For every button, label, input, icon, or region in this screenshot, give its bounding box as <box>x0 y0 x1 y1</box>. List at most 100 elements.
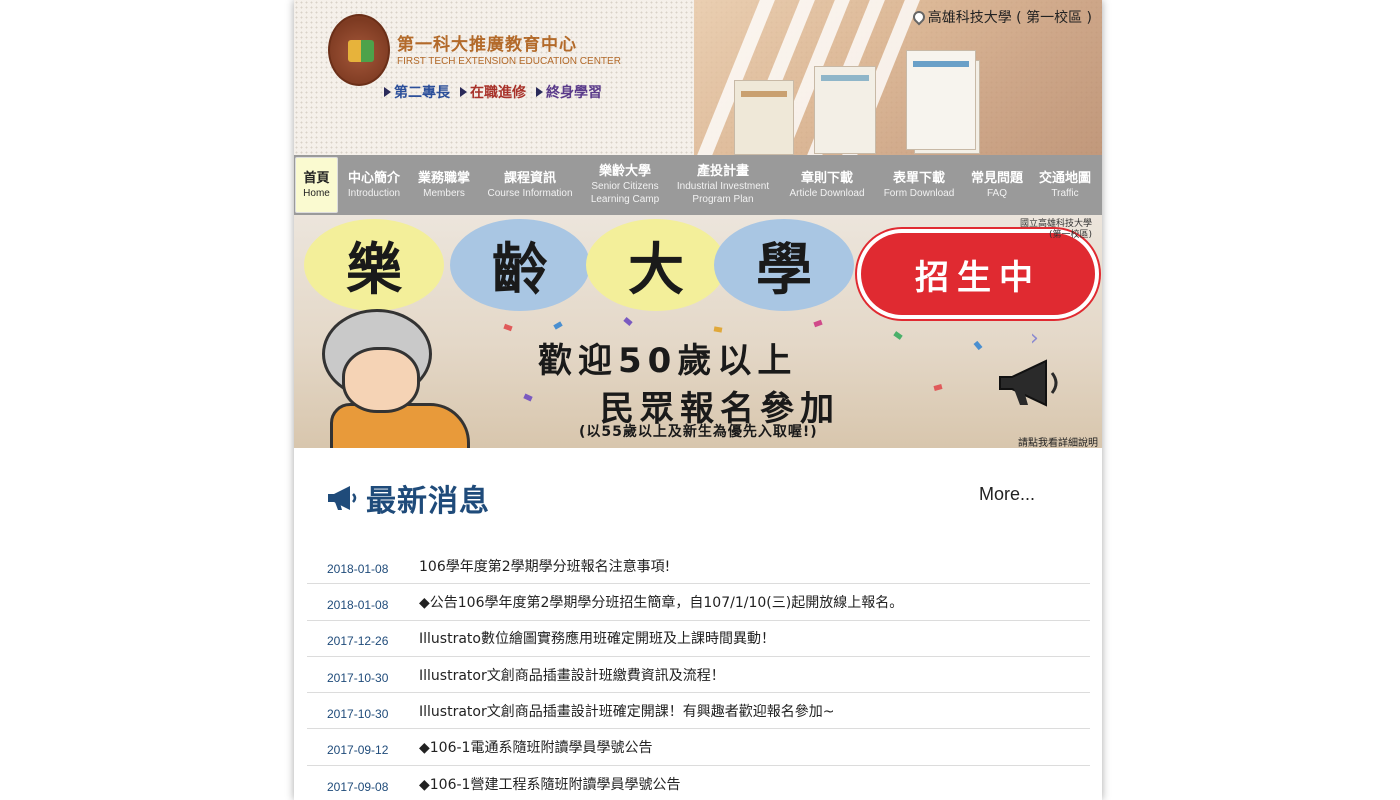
slogan-item: 第二專長 <box>384 82 450 102</box>
news-item[interactable]: 2018-01-08 ◆公告106學年度第2學期學分班招生簡章，自107/1/1… <box>307 584 1090 621</box>
news-header: 最新消息 <box>326 476 490 520</box>
nav-label: 章則下載 <box>800 170 853 186</box>
news-headline[interactable]: Illustrator文創商品插畫設計班繳費資訊及流程！ <box>419 665 725 685</box>
nav-faq[interactable]: 常見問題 FAQ <box>962 155 1032 215</box>
site-title[interactable]: 第一科大推廣教育中心 <box>397 30 577 55</box>
banner-school-label: 國立高雄科技大學 (第一校區) <box>1020 219 1092 241</box>
more-link[interactable]: More... <box>979 484 1035 505</box>
nav-label: 交通地圖 <box>1038 170 1091 186</box>
banner-next-arrow[interactable]: › <box>1030 327 1044 351</box>
nav-introduction[interactable]: 中心簡介 Introduction <box>338 155 410 215</box>
nav-article-download[interactable]: 章則下載 Article Download <box>778 155 876 215</box>
page-frame: 第一科大推廣教育中心 FIRST TECH EXTENSION EDUCATIO… <box>294 0 1102 800</box>
slogan-item: 在職進修 <box>460 82 526 102</box>
site-subtitle: FIRST TECH EXTENSION EDUCATION CENTER <box>397 56 621 67</box>
site-header: 第一科大推廣教育中心 FIRST TECH EXTENSION EDUCATIO… <box>294 0 1102 155</box>
nav-label: 常見問題 <box>970 170 1023 186</box>
nav-sublabel: Industrial Investment <box>676 181 770 192</box>
nav-label: 表單下載 <box>892 170 945 186</box>
news-headline[interactable]: ◆106-1電通系隨班附讀學員學號公告 <box>419 737 652 757</box>
nav-sublabel: Traffic <box>1051 187 1079 199</box>
nav-sublabel: Course Information <box>487 187 573 199</box>
nav-sublabel: Members <box>423 187 465 199</box>
poster <box>906 50 976 150</box>
news-date: 2017-10-30 <box>327 706 389 721</box>
campus-link[interactable]: 高雄科技大學 ( 第一校區 ) <box>910 7 1092 27</box>
nav-traffic[interactable]: 交通地圖 Traffic <box>1032 155 1098 215</box>
nav-sublabel: Introduction <box>347 187 401 199</box>
banner-char: 大 <box>628 236 684 303</box>
grandpa-face <box>342 347 420 413</box>
news-item[interactable]: 2017-09-12 ◆106-1電通系隨班附讀學員學號公告 <box>307 729 1090 766</box>
confetti <box>893 331 903 340</box>
confetti <box>973 340 983 351</box>
banner-char-circle: 學 <box>714 219 854 311</box>
slogan-label: 終身學習 <box>546 85 602 101</box>
banner-detail-link[interactable]: 請點我看詳細說明 <box>1018 434 1098 448</box>
nav-home[interactable]: 首頁 Home <box>295 157 338 213</box>
confetti <box>503 323 513 332</box>
news-date: 2017-09-08 <box>327 779 389 794</box>
slogan-item: 終身學習 <box>536 82 602 102</box>
banner-headline-1: 歡迎50歲以上 <box>538 341 798 381</box>
nav-label: 課程資訊 <box>503 170 556 186</box>
confetti <box>813 319 823 328</box>
nav-label: 產投計畫 <box>696 164 749 179</box>
location-pin-icon <box>910 8 928 26</box>
banner-char: 樂 <box>346 236 402 303</box>
news-item[interactable]: 2017-10-30 Illustrator文創商品插畫設計班繳費資訊及流程！ <box>307 657 1090 694</box>
banner-char-circle: 齡 <box>450 219 590 311</box>
nav-industrial-investment[interactable]: 產投計畫 Industrial Investment Program Plan <box>668 155 778 215</box>
triangle-icon <box>536 87 543 97</box>
slogan-bar: 第二專長 在職進修 終身學習 <box>384 82 602 102</box>
confetti <box>623 317 633 326</box>
news-item[interactable]: 2017-09-08 ◆106-1營建工程系隨班附讀學員學號公告 <box>307 766 1090 800</box>
confetti <box>933 384 943 391</box>
banner-note: (以55歲以上及新生為優先入取喔!) <box>579 424 818 440</box>
poster <box>734 80 794 155</box>
logo[interactable] <box>328 14 390 86</box>
confetti <box>713 326 723 333</box>
slogan-label: 在職進修 <box>470 85 526 101</box>
banner-school-campus: (第一校區) <box>1048 230 1092 240</box>
news-section: 最新消息 More... 2018-01-08 106學年度第2學期學分班報名注… <box>294 448 1102 800</box>
nav-sublabel: Form Download <box>883 187 955 199</box>
triangle-icon <box>384 87 391 97</box>
slogan-label: 第二專長 <box>394 85 450 101</box>
banner-char: 學 <box>756 236 812 303</box>
nav-senior-citizens[interactable]: 樂齡大學 Senior Citizens Learning Camp <box>582 155 668 215</box>
banner-school-name: 國立高雄科技大學 <box>1019 219 1092 229</box>
news-item[interactable]: 2018-01-08 106學年度第2學期學分班報名注意事項! <box>307 548 1090 585</box>
news-headline[interactable]: ◆公告106學年度第2學期學分班招生簡章，自107/1/10(三)起開放線上報名… <box>419 592 903 612</box>
campus-label: 高雄科技大學 ( 第一校區 ) <box>927 10 1092 26</box>
news-headline[interactable]: ◆106-1營建工程系隨班附讀學員學號公告 <box>419 774 680 794</box>
news-headline[interactable]: Illustrator文創商品插畫設計班確定開課！有興趣者歡迎報名參加~ <box>419 701 834 721</box>
poster <box>814 66 876 154</box>
triangle-icon <box>460 87 467 97</box>
confetti <box>553 321 563 330</box>
megaphone-icon <box>328 486 357 510</box>
banner-char-circle: 大 <box>586 219 726 311</box>
nav-course-information[interactable]: 課程資訊 Course Information <box>478 155 582 215</box>
news-date: 2018-01-08 <box>327 561 389 576</box>
confetti <box>523 393 533 402</box>
nav-sublabel: Article Download <box>789 187 865 199</box>
nav-label: 中心簡介 <box>347 170 400 186</box>
logo-emblem <box>348 40 374 62</box>
news-headline[interactable]: 106學年度第2學期學分班報名注意事項! <box>419 556 670 576</box>
nav-form-download[interactable]: 表單下載 Form Download <box>876 155 962 215</box>
hero-banner[interactable]: 樂 齡 大 學 招生中 國立高雄科技大學 (第一校區) ‹ › 歡迎50歲以上 … <box>294 215 1102 448</box>
news-date: 2017-10-30 <box>327 670 389 685</box>
nav-sublabel: Program Plan <box>692 194 754 205</box>
nav-members[interactable]: 業務職掌 Members <box>410 155 478 215</box>
news-item[interactable]: 2017-10-30 Illustrator文創商品插畫設計班確定開課！有興趣者… <box>307 693 1090 730</box>
megaphone-icon <box>999 359 1058 407</box>
news-item[interactable]: 2017-12-26 Illustrato數位繪圖實務應用班確定開班及上課時間異… <box>307 621 1090 657</box>
news-headline[interactable]: Illustrato數位繪圖實務應用班確定開班及上課時間異動！ <box>419 628 775 648</box>
banner-char: 齡 <box>492 236 548 303</box>
nav-label: 樂齡大學 <box>598 164 651 179</box>
news-title: 最新消息 <box>366 484 490 519</box>
news-list: 2018-01-08 106學年度第2學期學分班報名注意事項! 2018-01-… <box>307 548 1090 800</box>
enrollment-badge: 招生中 <box>857 229 1099 319</box>
banner-char-circle: 樂 <box>304 219 444 311</box>
